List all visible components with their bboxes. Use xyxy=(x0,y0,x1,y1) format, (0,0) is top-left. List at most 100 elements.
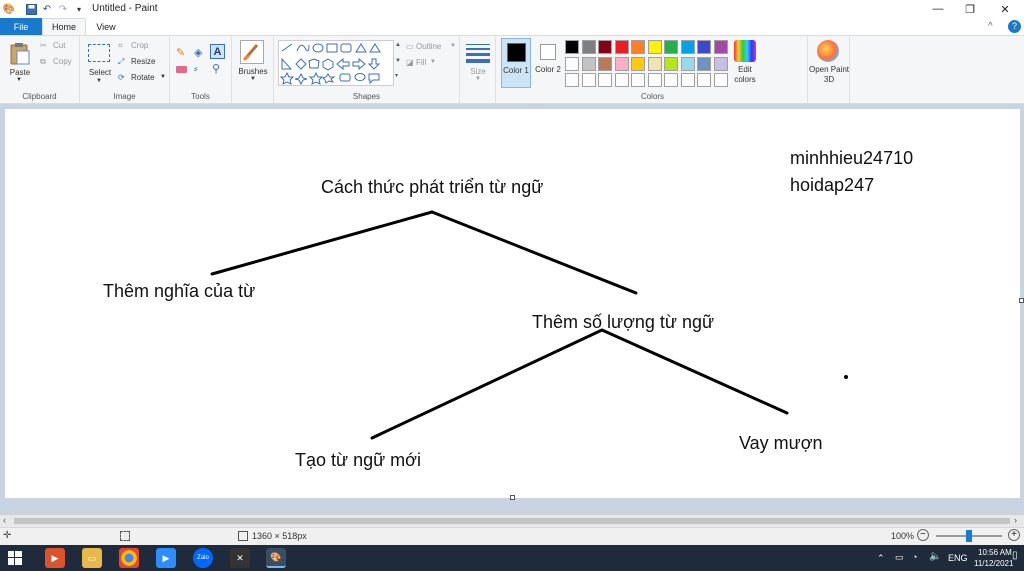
custom-color-slot[interactable] xyxy=(565,73,579,87)
undo-icon[interactable]: ↶ xyxy=(40,2,54,16)
custom-color-slot[interactable] xyxy=(680,73,695,87)
save-icon[interactable] xyxy=(24,2,38,16)
custom-color-slot[interactable] xyxy=(647,73,662,87)
palette-color-swatch[interactable] xyxy=(598,56,612,71)
network-icon[interactable]: ◔ xyxy=(912,552,917,562)
chrome-icon[interactable] xyxy=(119,548,139,568)
palette-color-swatch[interactable] xyxy=(697,56,711,71)
custom-color-slot[interactable] xyxy=(697,73,711,87)
customize-toolbar-icon[interactable]: ▾ xyxy=(72,2,86,16)
maximize-button[interactable]: ❐ xyxy=(953,0,987,18)
scroll-up-icon[interactable]: ▲ xyxy=(395,42,401,48)
zoom-app-icon[interactable]: ▶ xyxy=(156,548,176,568)
shapes-gallery[interactable] xyxy=(278,40,394,86)
palette-color-swatch[interactable] xyxy=(680,40,695,54)
scroll-right-icon[interactable]: › xyxy=(1014,515,1017,525)
custom-color-slot[interactable] xyxy=(614,73,629,87)
color1-button[interactable]: Color 1 xyxy=(501,38,531,88)
fill-icon: ◪ xyxy=(406,58,414,67)
custom-color-slot[interactable] xyxy=(598,73,612,87)
redo-icon[interactable]: ↷ xyxy=(56,2,70,16)
shapes-group-label: Shapes xyxy=(352,92,381,101)
eraser-icon[interactable] xyxy=(176,66,187,73)
palette-color-swatch[interactable] xyxy=(713,56,728,71)
palette-color-swatch[interactable] xyxy=(631,40,645,54)
magnifier-icon[interactable]: ⚲ xyxy=(212,62,220,75)
zalo-icon[interactable]: Zalo xyxy=(193,548,213,568)
color-picker-icon[interactable]: ⸗ xyxy=(194,63,198,75)
tab-home[interactable]: Home xyxy=(42,18,86,35)
canvas-size-icon xyxy=(238,531,248,541)
chevron-up-icon[interactable]: ⌃ xyxy=(877,553,885,564)
battery-icon[interactable]: ▭ xyxy=(895,552,904,563)
horizontal-scrollbar[interactable]: ‹ › xyxy=(0,514,1024,527)
expand-gallery-icon[interactable]: ▾ xyxy=(395,72,398,79)
status-bar: ✛ 1360 × 518px 100% − + xyxy=(0,527,1024,545)
resize-handle-bottom[interactable] xyxy=(510,495,515,500)
palette-color-swatch[interactable] xyxy=(598,40,612,54)
palette-color-swatch[interactable] xyxy=(713,40,728,54)
resize-handle-right[interactable] xyxy=(1019,298,1024,303)
shapes-gallery-icons xyxy=(279,43,381,86)
minimize-button[interactable]: — xyxy=(921,0,955,18)
open-paint-3d-button[interactable]: Open Paint 3D xyxy=(808,36,850,103)
palette-color-swatch[interactable] xyxy=(664,56,678,71)
file-explorer-icon[interactable]: ▭ xyxy=(82,548,102,568)
clock-date[interactable]: 11/12/2021 xyxy=(974,559,1013,568)
collapse-ribbon-icon[interactable]: ^ xyxy=(988,21,993,32)
tab-file[interactable]: File xyxy=(0,18,42,35)
zoom-in-button[interactable]: + xyxy=(1008,529,1020,541)
pencil-icon[interactable]: ✎ xyxy=(176,46,185,59)
scroll-down-icon[interactable]: ▼ xyxy=(395,58,401,64)
palette-color-swatch[interactable] xyxy=(647,56,662,71)
clock-time[interactable]: 10:56 AM xyxy=(978,548,1012,557)
scrollbar-thumb[interactable] xyxy=(14,518,1010,524)
select-button[interactable]: Select ▼ xyxy=(86,42,114,88)
palette-color-swatch[interactable] xyxy=(664,40,678,54)
palette-color-swatch[interactable] xyxy=(565,40,579,54)
notifications-icon[interactable]: ▯ xyxy=(1012,550,1018,561)
scroll-left-icon[interactable]: ‹ xyxy=(3,515,6,525)
palette-color-swatch[interactable] xyxy=(581,56,596,71)
colors-group-label: Colors xyxy=(640,92,665,101)
zoom-slider-thumb[interactable] xyxy=(966,530,972,542)
custom-color-slot[interactable] xyxy=(581,73,596,87)
capcut-icon[interactable]: ✕ xyxy=(230,548,250,568)
palette-color-swatch[interactable] xyxy=(565,56,579,71)
paint-taskbar-icon[interactable]: 🎨 xyxy=(266,548,286,568)
selection-size-icon xyxy=(120,531,130,541)
zoom-out-button[interactable]: − xyxy=(917,529,929,541)
color2-button[interactable]: Color 2 xyxy=(534,38,562,88)
custom-color-slot[interactable] xyxy=(713,73,728,87)
zoom-slider[interactable] xyxy=(936,530,1002,542)
text-tool-icon[interactable]: A xyxy=(210,44,225,59)
palette-color-swatch[interactable] xyxy=(614,40,629,54)
drawing-canvas[interactable]: Cách thức phát triển từ ngữ Thêm nghĩa c… xyxy=(5,109,1020,498)
palette-color-swatch[interactable] xyxy=(631,56,645,71)
color1-swatch xyxy=(507,43,526,62)
volume-icon[interactable]: 🔈 xyxy=(929,551,941,562)
paste-label: Paste xyxy=(9,68,31,77)
tab-view[interactable]: View xyxy=(88,18,124,35)
brushes-button[interactable]: Brushes ▼ xyxy=(232,36,274,103)
fill-bucket-icon[interactable]: ◈ xyxy=(194,46,202,59)
image-group: Select ▼ ⌗ Crop ⤢ Resize ⟳ Rotate ▼ Imag… xyxy=(80,36,170,103)
paste-button[interactable]: Paste ▼ xyxy=(8,40,32,86)
edit-colors-button[interactable]: Edit colors xyxy=(732,40,758,90)
outline-icon: ▭ xyxy=(406,42,414,51)
language-indicator[interactable]: ENG xyxy=(948,553,968,563)
media-player-icon[interactable]: ▶ xyxy=(45,548,65,568)
palette-color-swatch[interactable] xyxy=(581,40,596,54)
custom-color-slot[interactable] xyxy=(631,73,645,87)
palette-color-swatch[interactable] xyxy=(647,40,662,54)
select-label: Select xyxy=(88,68,112,77)
palette-color-swatch[interactable] xyxy=(614,56,629,71)
help-icon[interactable]: ? xyxy=(1008,20,1021,33)
size-button[interactable]: Size ▼ xyxy=(460,36,496,103)
size-icon xyxy=(466,44,490,63)
palette-color-swatch[interactable] xyxy=(697,40,711,54)
close-button[interactable]: ✕ xyxy=(988,0,1022,18)
windows-start-icon[interactable] xyxy=(8,551,22,567)
palette-color-swatch[interactable] xyxy=(680,56,695,71)
custom-color-slot[interactable] xyxy=(664,73,678,87)
